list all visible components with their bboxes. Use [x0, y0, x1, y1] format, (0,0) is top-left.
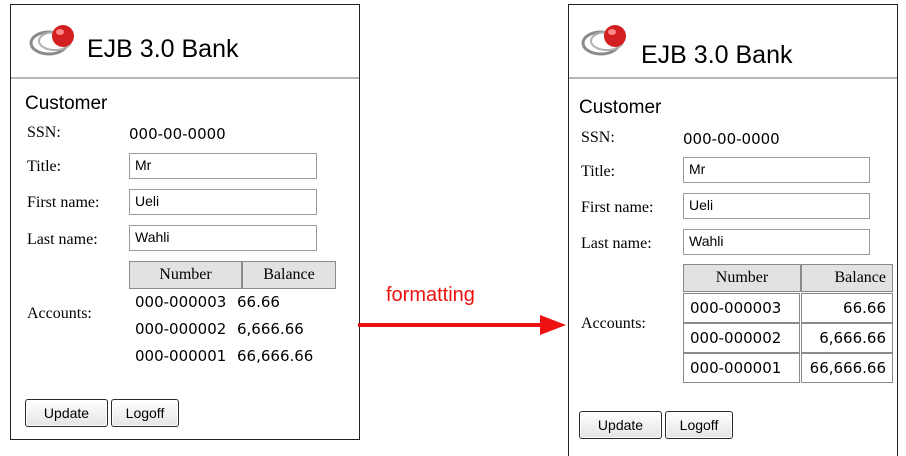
app-title: EJB 3.0 Bank	[87, 35, 239, 63]
last-name-label: Last name:	[581, 235, 652, 252]
accounts-label: Accounts:	[581, 315, 646, 332]
app-header: EJB 3.0 Bank	[11, 5, 359, 79]
section-title: Customer	[25, 93, 108, 114]
logoff-button[interactable]: Logoff	[665, 411, 733, 439]
bank-logo-icon	[29, 25, 74, 56]
last-name-input[interactable]: Wahli	[683, 229, 870, 255]
account-number-cell: 000-000002	[683, 323, 800, 353]
account-number-cell: 000-000001	[135, 347, 227, 365]
first-name-input[interactable]: Ueli	[129, 189, 317, 215]
accounts-header-number: Number	[683, 264, 801, 292]
accounts-label: Accounts:	[27, 305, 92, 322]
account-balance-cell: 6,666.66	[237, 320, 304, 338]
last-name-label: Last name:	[27, 231, 98, 248]
title-label: Title:	[27, 158, 62, 175]
ssn-value: 000-00-0000	[683, 130, 780, 148]
update-button[interactable]: Update	[25, 399, 108, 427]
first-name-label: First name:	[581, 199, 654, 216]
accounts-header-number: Number	[129, 261, 242, 289]
section-title: Customer	[579, 97, 662, 118]
account-balance-cell: 66.66	[237, 293, 280, 311]
update-button[interactable]: Update	[579, 411, 662, 439]
title-label: Title:	[581, 163, 616, 180]
account-number-cell: 000-000002	[135, 320, 227, 338]
logoff-button[interactable]: Logoff	[111, 399, 179, 427]
ssn-value: 000-00-0000	[129, 125, 226, 143]
ssn-label: SSN:	[27, 124, 61, 141]
account-number-cell: 000-000001	[683, 353, 800, 383]
arrow-right-icon	[358, 315, 566, 335]
app-title: EJB 3.0 Bank	[641, 41, 793, 69]
account-balance-cell: 6,666.66	[801, 323, 893, 353]
first-name-input[interactable]: Ueli	[683, 193, 870, 219]
right-screen-panel: EJB 3.0 Bank Customer SSN: 000-00-0000 T…	[568, 4, 898, 456]
app-header: EJB 3.0 Bank	[569, 5, 897, 79]
account-balance-cell: 66.66	[801, 293, 893, 323]
accounts-header-balance: Balance	[242, 261, 336, 289]
bank-logo-icon	[581, 25, 626, 56]
account-number-cell: 000-000003	[683, 293, 800, 323]
title-input[interactable]: Mr	[683, 157, 870, 183]
formatting-annotation: formatting	[386, 284, 475, 306]
last-name-input[interactable]: Wahli	[129, 225, 317, 251]
title-input[interactable]: Mr	[129, 153, 317, 179]
left-screen-panel: EJB 3.0 Bank Customer SSN: 000-00-0000 T…	[10, 4, 360, 440]
account-balance-cell: 66,666.66	[237, 347, 314, 365]
ssn-label: SSN:	[581, 129, 615, 146]
first-name-label: First name:	[27, 194, 100, 211]
account-balance-cell: 66,666.66	[801, 353, 893, 383]
account-number-cell: 000-000003	[135, 293, 227, 311]
accounts-header-balance: Balance	[801, 264, 893, 292]
